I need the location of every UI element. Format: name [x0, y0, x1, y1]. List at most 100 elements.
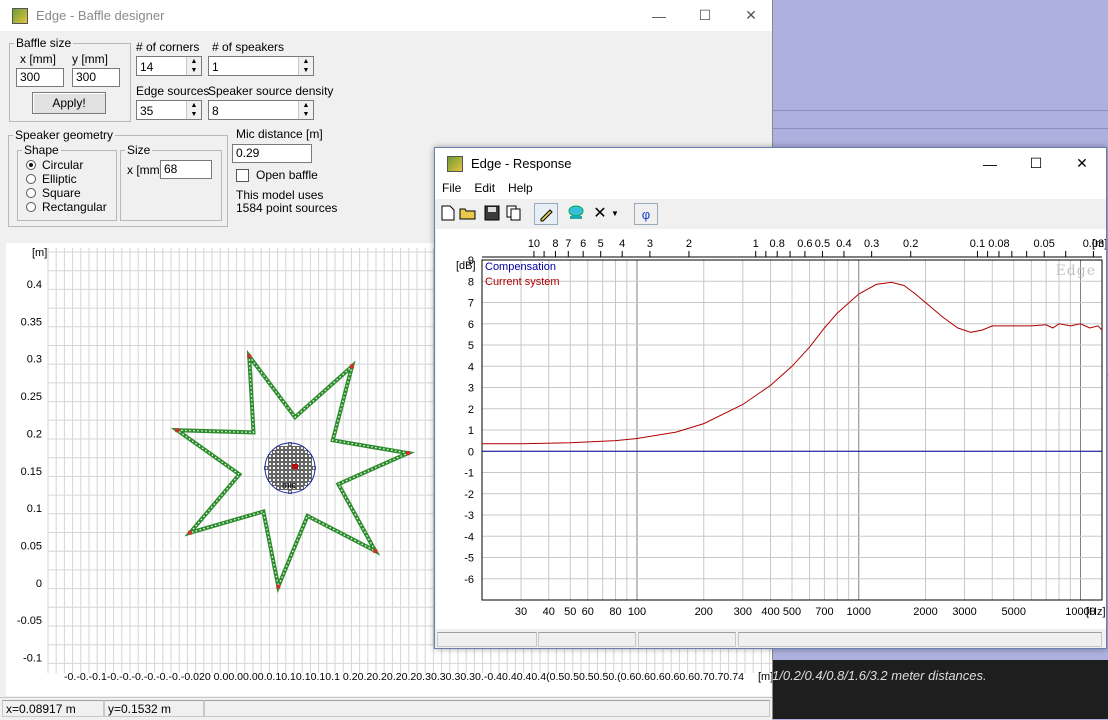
- edge-sources-spinner[interactable]: 35 ▲ ▼: [136, 100, 202, 120]
- open-baffle-checkbox[interactable]: Open baffle: [236, 168, 318, 182]
- top-tick-label: 10: [528, 238, 540, 250]
- maximize-button[interactable]: ☐: [682, 0, 728, 31]
- corners-spinner[interactable]: 14 ▲ ▼: [136, 56, 202, 76]
- mic-label: mic: [282, 480, 296, 490]
- x-tick-label: 200: [695, 606, 713, 618]
- shape-rectangular-radio[interactable]: Rectangular: [26, 200, 107, 214]
- y-tick-label: 0.4: [27, 279, 42, 291]
- x-tick-label: 300: [734, 606, 752, 618]
- response-chart[interactable]: 9876543210-1-2-3-4-5-6[dB]30 40 50 60 80 100 2…: [436, 229, 1106, 629]
- x-tick-label: 2000: [913, 606, 937, 618]
- mic-distance-input[interactable]: 0.29: [232, 144, 312, 163]
- radio-dot-icon: [26, 188, 36, 198]
- edge-sources-value: 35: [140, 104, 154, 118]
- top-tick-label: 6: [580, 238, 586, 250]
- baffle-titlebar: Edge - Baffle designer — ☐ ✕: [0, 0, 772, 31]
- y-tick-label: 8: [468, 276, 474, 288]
- size-x-label: x [mm]: [127, 163, 163, 177]
- y-tick-label: 0.25: [21, 391, 42, 403]
- x-tick-label: 5000: [1002, 606, 1026, 618]
- pencil-icon[interactable]: [534, 203, 558, 225]
- x-tick-label: 60: [582, 606, 594, 618]
- close-button[interactable]: ✕: [728, 0, 774, 31]
- speaker-geometry-legend: Speaker geometry: [15, 128, 114, 142]
- open-folder-icon[interactable]: [458, 203, 478, 223]
- y-unit-label: [m]: [32, 247, 47, 259]
- top-tick-label: 1: [753, 238, 759, 250]
- spin-arrows-icon[interactable]: ▲ ▼: [298, 57, 313, 75]
- top-tick-label: 5: [598, 238, 604, 250]
- density-spinner[interactable]: 8 ▲ ▼: [208, 100, 314, 120]
- spin-arrows-icon[interactable]: ▲ ▼: [186, 57, 201, 75]
- y-tick-label: -5: [464, 553, 474, 565]
- y-tick-label: 0: [36, 578, 42, 590]
- speakers-spinner[interactable]: 1 ▲ ▼: [208, 56, 314, 76]
- minimize-button[interactable]: —: [967, 148, 1013, 179]
- shape-legend: Shape: [24, 143, 59, 157]
- y-mm-label: y [mm]: [72, 52, 108, 66]
- apply-button[interactable]: Apply!: [32, 92, 106, 114]
- top-tick-label: 0.4: [836, 238, 851, 250]
- menu-help[interactable]: Help: [501, 179, 539, 199]
- top-tick-label: 4: [619, 238, 625, 250]
- baffle-x-input[interactable]: 300: [16, 68, 64, 87]
- new-file-icon[interactable]: [438, 203, 458, 223]
- corner-marker: [188, 530, 193, 535]
- mic-marker: [292, 464, 298, 469]
- top-tick-label: 7: [565, 238, 571, 250]
- shape-square-radio[interactable]: Square: [26, 186, 81, 200]
- baffle-y-input[interactable]: 300: [72, 68, 120, 87]
- y-tick-label: 0.35: [21, 316, 42, 328]
- density-value: 8: [212, 104, 219, 118]
- response-window-title: Edge - Response: [471, 156, 572, 171]
- background-line: [772, 110, 1108, 111]
- baffle-size-legend: Baffle size: [16, 36, 72, 50]
- legend-entry: Current system: [485, 276, 560, 288]
- baffle-statusbar: x=0.08917 m y=0.1532 m: [0, 697, 772, 720]
- maximize-button[interactable]: ☐: [1013, 148, 1059, 179]
- spin-arrows-icon[interactable]: ▲ ▼: [298, 101, 313, 119]
- save-icon[interactable]: [482, 203, 502, 223]
- y-tick-label: -3: [464, 510, 474, 522]
- phi-icon[interactable]: φ: [634, 203, 658, 225]
- corner-marker: [276, 584, 281, 589]
- status-empty: [204, 700, 770, 717]
- y-tick-label: 5: [468, 340, 474, 352]
- top-tick-label: 0.1: [970, 238, 985, 250]
- menu-file[interactable]: File: [435, 179, 467, 199]
- y-tick-label: 4: [468, 361, 474, 373]
- window-title: Edge - Baffle designer: [36, 8, 165, 23]
- x-axis-label: [Hz]: [1086, 606, 1106, 618]
- mic-distance-label: Mic distance [m]: [236, 127, 323, 141]
- y-tick-label: 0.15: [21, 466, 42, 478]
- close-button[interactable]: ✕: [1059, 148, 1105, 179]
- dropdown-arrow-icon[interactable]: ▼: [609, 203, 621, 223]
- x-tick-label: 400: [761, 606, 779, 618]
- shape-elliptic-radio[interactable]: Elliptic: [26, 172, 77, 186]
- x-tick-label: 50: [564, 606, 576, 618]
- top-axis-unit: [m]: [1092, 238, 1106, 250]
- size-x-input[interactable]: 68: [160, 160, 212, 179]
- network-icon[interactable]: [566, 203, 586, 223]
- top-tick-label: 0.8: [770, 238, 785, 250]
- y-tick-label: 7: [468, 298, 474, 310]
- response-titlebar: Edge - Response — ☐ ✕: [435, 148, 1106, 179]
- menubar: File Edit Help: [435, 179, 1106, 199]
- y-tick-label: 0.05: [21, 540, 42, 552]
- y-tick-label: 0.2: [27, 428, 42, 440]
- x-unit-label: [m]: [758, 671, 772, 683]
- copy-icon[interactable]: [504, 203, 524, 223]
- shape-circular-radio[interactable]: Circular: [26, 158, 83, 172]
- spin-arrows-icon[interactable]: ▲ ▼: [186, 101, 201, 119]
- top-tick-label: 0.5: [815, 238, 830, 250]
- x-tick-label: 30: [515, 606, 527, 618]
- menu-edit[interactable]: Edit: [467, 179, 501, 199]
- y-tick-label: 0: [468, 446, 474, 458]
- app-icon: [12, 7, 28, 24]
- minimize-button[interactable]: —: [636, 0, 682, 31]
- y-tick-label: 0.1: [27, 503, 42, 515]
- status-cell: [638, 632, 736, 647]
- y-tick-label: -6: [464, 574, 474, 586]
- delete-icon[interactable]: ✕: [590, 203, 610, 223]
- x-tick-label: 3000: [952, 606, 976, 618]
